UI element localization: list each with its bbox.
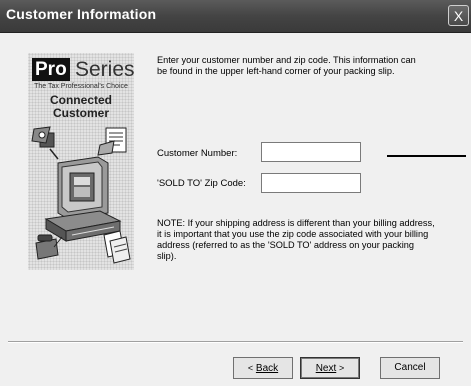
cancel-button-label: Cancel bbox=[394, 362, 426, 373]
pointer-line bbox=[387, 155, 466, 157]
computer-illustration bbox=[31, 126, 131, 264]
document-icon bbox=[97, 127, 127, 156]
close-icon: X bbox=[453, 8, 464, 24]
customer-information-dialog: Customer Information X Pro Series The Ta… bbox=[0, 0, 471, 386]
customer-number-label: Customer Number: bbox=[157, 148, 238, 159]
logo-tagline: The Tax Professional's Choice bbox=[34, 83, 128, 90]
computer-monitor-icon bbox=[57, 156, 109, 220]
next-button[interactable]: Next > bbox=[300, 357, 360, 379]
customer-heading: Customer bbox=[52, 106, 109, 120]
intro-text: Enter your customer number and zip code.… bbox=[157, 55, 416, 76]
papers-icon bbox=[103, 230, 131, 264]
phone-icon bbox=[35, 234, 63, 260]
customer-number-field[interactable] bbox=[261, 142, 361, 162]
back-arrow-icon: < bbox=[247, 363, 254, 373]
next-arrow-icon: > bbox=[339, 363, 345, 373]
next-button-label: Next bbox=[315, 363, 337, 374]
zip-code-field[interactable] bbox=[261, 173, 361, 193]
window-title: Customer Information bbox=[6, 6, 157, 22]
back-button-label: Back bbox=[255, 363, 279, 374]
close-button[interactable]: X bbox=[448, 5, 469, 26]
logo-text: Series bbox=[75, 58, 135, 81]
divider bbox=[8, 341, 463, 343]
back-button[interactable]: < Back bbox=[233, 357, 293, 379]
title-bar: Customer Information X bbox=[0, 0, 471, 33]
side-illustration: Pro Series The Tax Professional's Choice… bbox=[28, 53, 135, 270]
satellite-dish-icon bbox=[31, 126, 59, 160]
logo-bold-text: Pro bbox=[32, 58, 70, 81]
cancel-button[interactable]: Cancel bbox=[380, 357, 440, 379]
proseries-logo: Pro Series bbox=[32, 58, 135, 83]
zip-code-label: 'SOLD TO' Zip Code: bbox=[157, 178, 246, 189]
note-text: NOTE: If your shipping address is differ… bbox=[157, 218, 435, 261]
